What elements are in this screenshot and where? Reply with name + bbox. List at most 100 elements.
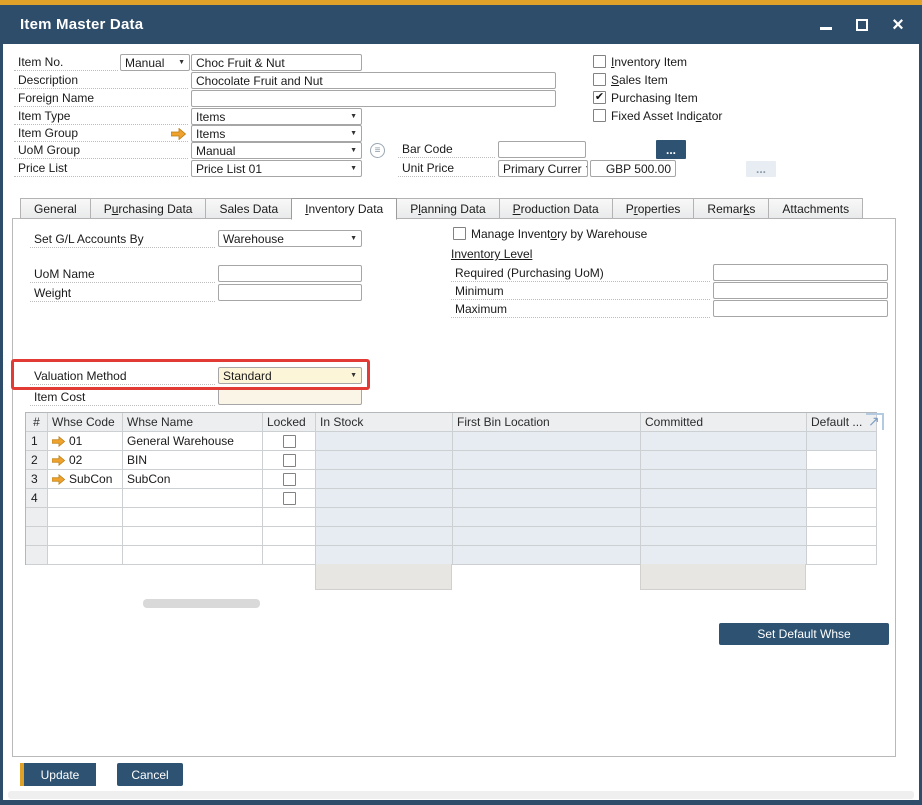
chevron-down-icon: ▼ — [178, 59, 185, 66]
tab-inventory-data[interactable]: Inventory Data — [291, 198, 397, 220]
row-number[interactable]: 1 — [26, 432, 48, 451]
uom-detail-icon[interactable]: ≡ — [370, 143, 385, 158]
chevron-down-icon: ▼ — [350, 130, 357, 137]
whse-code-cell[interactable]: 02 — [48, 451, 123, 470]
price-list-select[interactable]: Price List 01 ▼ — [191, 160, 362, 177]
col-header-locked[interactable]: Locked — [263, 413, 316, 432]
row-number[interactable]: 3 — [26, 470, 48, 489]
window-title: Item Master Data — [20, 16, 143, 33]
default-cell — [807, 470, 877, 489]
item-cost-input[interactable] — [218, 388, 362, 405]
committed-cell — [641, 470, 807, 489]
sales-item-checkbox[interactable] — [593, 73, 606, 86]
set-default-whse-button[interactable]: Set Default Whse — [719, 623, 889, 645]
tab-attachments[interactable]: Attachments — [768, 198, 863, 219]
whse-name-cell — [123, 508, 263, 527]
locked-checkbox[interactable] — [283, 473, 296, 486]
whse-code-cell[interactable]: 01 — [48, 432, 123, 451]
chevron-down-icon: ▼ — [350, 235, 357, 242]
item-no-type-select[interactable]: Manual ▼ — [120, 54, 190, 71]
inventory-item-checkbox[interactable] — [593, 55, 606, 68]
col-header-committed[interactable]: Committed — [641, 413, 807, 432]
table-horizontal-scrollbar[interactable] — [143, 599, 260, 608]
whse-code-cell[interactable]: SubCon — [48, 470, 123, 489]
whse-name-cell[interactable]: General Warehouse — [123, 432, 263, 451]
tab-purchasing-data[interactable]: Purchasing Data — [90, 198, 207, 219]
first-bin-cell — [453, 432, 641, 451]
fixed-asset-checkbox[interactable] — [593, 109, 606, 122]
window-border-left — [0, 44, 3, 805]
default-cell[interactable] — [807, 451, 877, 470]
link-arrow-icon[interactable] — [52, 455, 65, 466]
inventory-item-label: Inventory Item — [611, 55, 687, 71]
maximum-label: Maximum — [451, 301, 710, 318]
bar-code-browse-button[interactable]: ... — [656, 140, 686, 159]
committed-cell — [641, 546, 807, 565]
whse-name-cell[interactable]: SubCon — [123, 470, 263, 489]
maximum-input[interactable] — [713, 300, 888, 317]
description-input[interactable] — [191, 72, 556, 89]
tab-planning-data[interactable]: Planning Data — [396, 198, 499, 219]
gl-accounts-select[interactable]: Warehouse ▼ — [218, 230, 362, 247]
row-number[interactable]: 4 — [26, 489, 48, 508]
tab-production-data[interactable]: Production Data — [499, 198, 613, 219]
locked-checkbox[interactable] — [283, 492, 296, 505]
required-input[interactable] — [713, 264, 888, 281]
tab-sales-data[interactable]: Sales Data — [205, 198, 292, 219]
col-header-in-stock[interactable]: In Stock — [316, 413, 453, 432]
first-bin-cell — [453, 508, 641, 527]
link-arrow-icon[interactable] — [52, 474, 65, 485]
in-stock-cell — [316, 451, 453, 470]
valuation-method-select[interactable]: Standard ▼ — [218, 367, 362, 384]
window-border-bottom — [0, 800, 922, 805]
first-bin-cell — [453, 489, 641, 508]
link-arrow-icon[interactable] — [171, 128, 186, 140]
link-arrow-icon[interactable] — [52, 436, 65, 447]
tab-strip: General Purchasing Data Sales Data Inven… — [20, 198, 863, 219]
tab-remarks[interactable]: Remarks — [693, 198, 769, 219]
default-cell[interactable] — [807, 489, 877, 508]
titlebar[interactable]: Item Master Data — [0, 5, 922, 44]
close-icon[interactable]: × — [890, 17, 906, 33]
unit-price-currency-select[interactable]: Primary Currer ▼ — [498, 160, 588, 177]
tab-properties[interactable]: Properties — [612, 198, 695, 219]
manage-by-warehouse-checkbox[interactable] — [453, 227, 466, 240]
whse-code-cell — [48, 527, 123, 546]
col-header-whse-name[interactable]: Whse Name — [123, 413, 263, 432]
cancel-button[interactable]: Cancel — [117, 763, 183, 786]
whse-name-cell[interactable]: BIN — [123, 451, 263, 470]
whse-code-cell[interactable] — [48, 489, 123, 508]
foreign-name-input[interactable] — [191, 90, 556, 107]
bar-code-input[interactable] — [498, 141, 586, 158]
minimum-input[interactable] — [713, 282, 888, 299]
unit-price-label: Unit Price — [398, 160, 495, 177]
whse-name-cell[interactable] — [123, 489, 263, 508]
purchasing-item-checkbox[interactable]: ✔ — [593, 91, 606, 104]
item-type-select[interactable]: Items ▼ — [191, 108, 362, 125]
locked-checkbox[interactable] — [283, 454, 296, 467]
tab-general[interactable]: General — [20, 198, 91, 219]
uom-name-input[interactable] — [218, 265, 362, 282]
chevron-down-icon: ▼ — [350, 147, 357, 154]
default-cell — [807, 508, 877, 527]
weight-label: Weight — [30, 285, 215, 302]
item-group-select[interactable]: Items ▼ — [191, 125, 362, 142]
row-number — [26, 527, 48, 546]
minimize-icon[interactable] — [818, 17, 834, 33]
col-header-first-bin[interactable]: First Bin Location — [453, 413, 641, 432]
update-button[interactable]: Update — [20, 763, 96, 786]
row-number[interactable]: 2 — [26, 451, 48, 470]
gl-accounts-value: Warehouse — [223, 232, 284, 246]
foreign-name-label: Foreign Name — [14, 90, 188, 107]
unit-price-browse-button[interactable]: ... — [746, 161, 776, 177]
locked-checkbox[interactable] — [283, 435, 296, 448]
weight-input[interactable] — [218, 284, 362, 301]
maximize-icon[interactable] — [854, 17, 870, 33]
col-header-whse-code[interactable]: Whse Code — [48, 413, 123, 432]
unit-price-input[interactable] — [590, 160, 676, 177]
item-no-input[interactable] — [191, 54, 362, 71]
uom-group-select[interactable]: Manual ▼ — [191, 142, 362, 159]
col-header-row-number[interactable]: # — [26, 413, 48, 432]
expand-table-icon[interactable]: ↗ — [866, 413, 884, 430]
item-type-value: Items — [196, 110, 225, 124]
